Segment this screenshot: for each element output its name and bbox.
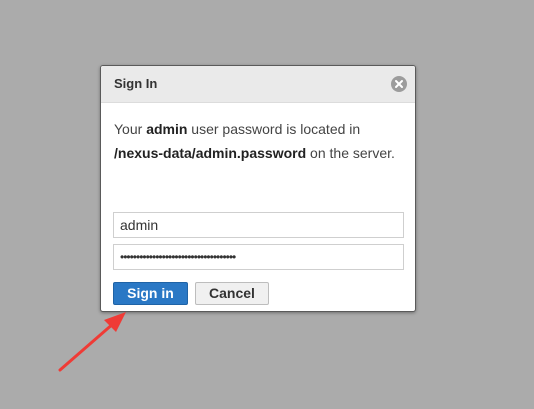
message-username: admin <box>146 121 188 137</box>
sign-in-button[interactable]: Sign in <box>113 282 188 305</box>
cancel-button[interactable]: Cancel <box>195 282 269 305</box>
close-icon[interactable] <box>391 76 407 92</box>
sign-in-dialog: Sign In Your admin user password is loca… <box>100 65 416 312</box>
message-text-2: user password is located in <box>187 121 361 137</box>
password-location-message: Your admin user password is located in /… <box>114 117 404 165</box>
message-text-1: Your <box>114 121 147 137</box>
message-text-3: on the server. <box>306 145 395 161</box>
dialog-header: Sign In <box>101 66 415 103</box>
dialog-title: Sign In <box>114 76 158 91</box>
username-field[interactable]: admin <box>113 212 404 238</box>
screen-background: Sign In Your admin user password is loca… <box>0 0 534 409</box>
password-field[interactable]: •••••••••••••••••••••••••••••••••••• <box>113 244 404 270</box>
message-password-path: /nexus-data/admin.password <box>114 145 307 161</box>
